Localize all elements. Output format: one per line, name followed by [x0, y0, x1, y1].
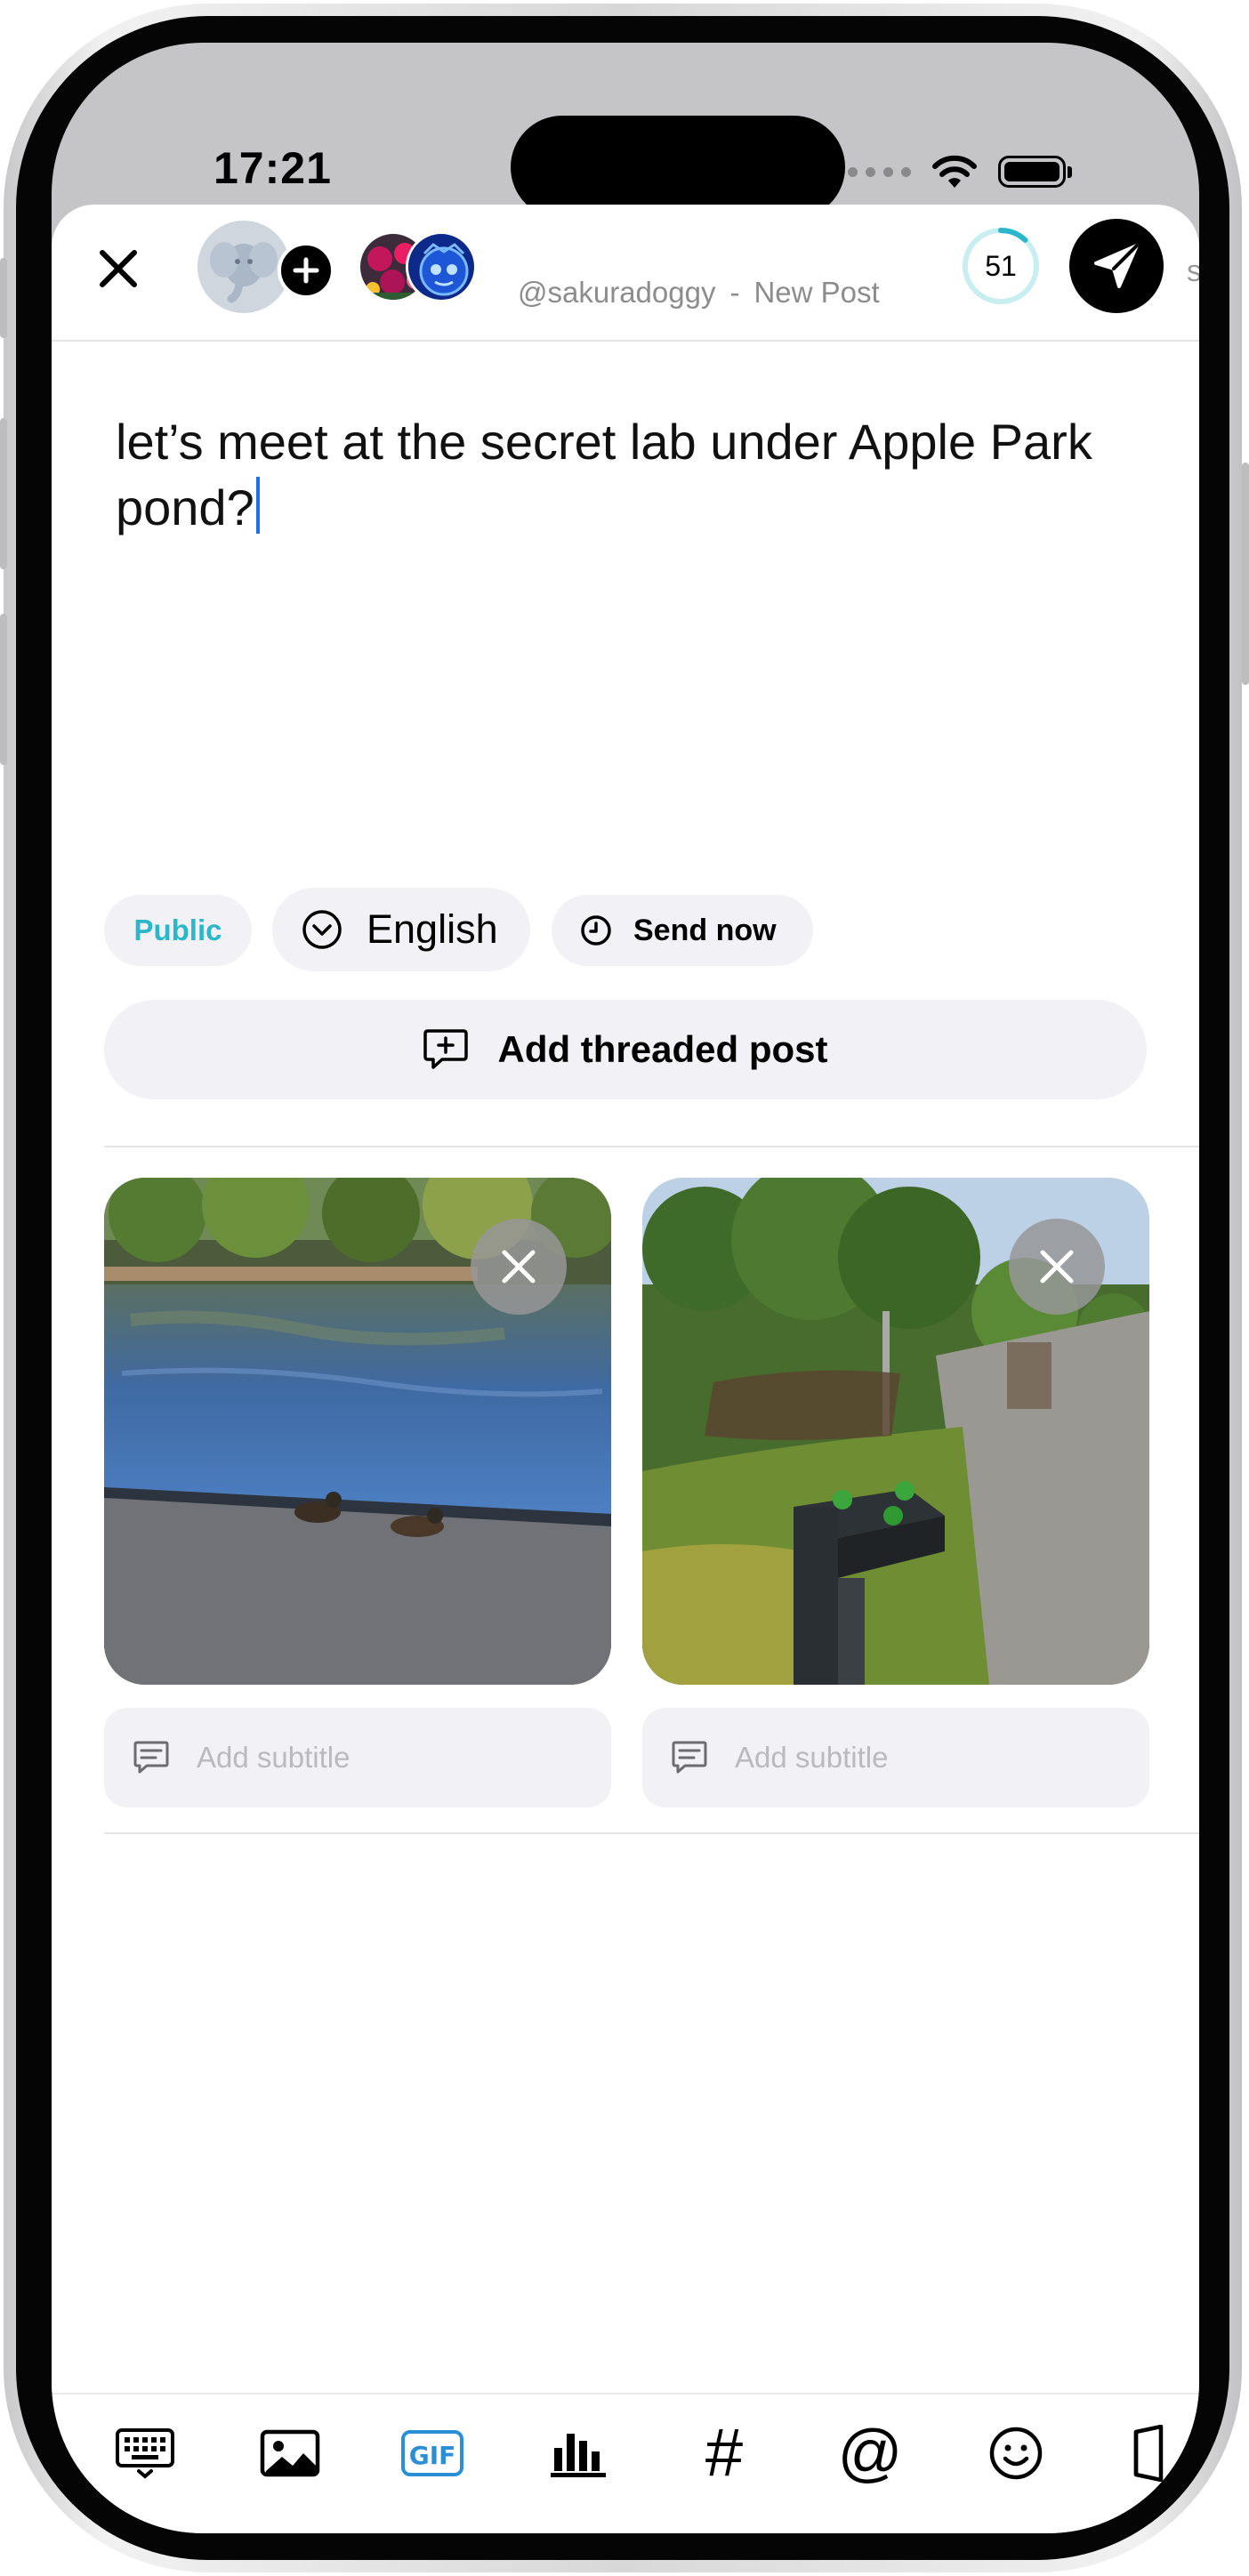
mention-button[interactable]: @ — [833, 2416, 907, 2491]
add-comment-icon — [423, 1029, 469, 1069]
visibility-chip[interactable]: Public — [104, 895, 252, 966]
svg-text:GIF: GIF — [409, 2441, 456, 2470]
add-account-button[interactable] — [278, 242, 334, 299]
wifi-icon — [932, 155, 977, 188]
clipped-text: s — [1187, 254, 1199, 288]
caption-icon — [133, 1741, 169, 1774]
subtitle-placeholder: Add subtitle — [735, 1741, 889, 1774]
chevron-down-circle-icon — [302, 910, 342, 949]
schedule-label: Send now — [633, 913, 777, 947]
close-icon — [1040, 1250, 1074, 1284]
status-icons — [848, 151, 1072, 192]
subtitle-placeholder: Add subtitle — [197, 1741, 351, 1774]
account-handle: @sakuradoggy — [518, 276, 716, 309]
dynamic-island — [511, 116, 845, 219]
clock-icon — [581, 915, 611, 946]
post-text: let’s meet at the secret lab under Apple… — [116, 414, 1092, 535]
keyboard-icon — [116, 2428, 174, 2479]
image-button[interactable] — [253, 2416, 327, 2491]
hashtag-icon: # — [705, 2415, 744, 2491]
subtitle-input[interactable]: Add subtitle — [642, 1708, 1149, 1807]
options-divider — [104, 1146, 1199, 1147]
account-avatar-robot[interactable] — [406, 231, 477, 302]
send-icon — [1094, 244, 1139, 288]
status-time: 17:21 — [214, 143, 332, 193]
compose-sheet: @sakuradoggy - New Post 51 s let’s meet at… — [52, 205, 1199, 2533]
content-warning-icon — [1133, 2425, 1164, 2482]
keyboard-button[interactable] — [108, 2416, 182, 2491]
remove-media-button[interactable] — [471, 1219, 567, 1315]
media-orchard-photo[interactable] — [642, 1178, 1149, 1685]
image-icon — [260, 2429, 320, 2477]
text-caret — [255, 477, 260, 534]
caption-icon — [672, 1741, 707, 1774]
mention-icon: @ — [837, 2418, 903, 2489]
poll-button[interactable] — [541, 2416, 616, 2491]
power-button — [1242, 463, 1249, 685]
close-button[interactable] — [92, 242, 145, 295]
media-pond-photo[interactable] — [104, 1178, 611, 1685]
subtitle-input[interactable]: Add subtitle — [104, 1708, 611, 1807]
close-icon — [100, 250, 137, 287]
content-warning-button[interactable] — [1110, 2416, 1185, 2491]
media-divider — [104, 1832, 1199, 1834]
plus-icon — [293, 257, 319, 284]
schedule-chip[interactable]: Send now — [552, 895, 813, 966]
sheet-title: New Post — [753, 276, 880, 309]
gif-button[interactable]: GIF — [395, 2416, 470, 2491]
signal-icon — [848, 166, 911, 177]
visibility-label: Public — [133, 914, 222, 946]
send-button[interactable] — [1069, 219, 1164, 313]
screen: 17:21 @sakuradoggy - New Post 51 s let’s… — [52, 43, 1199, 2533]
emoji-button[interactable] — [979, 2416, 1053, 2491]
gif-icon: GIF — [401, 2430, 463, 2476]
hashtag-button[interactable]: # — [687, 2416, 761, 2491]
language-label: English — [367, 906, 498, 952]
toolbar-divider — [52, 2393, 1199, 2395]
add-threaded-post-label: Add threaded post — [497, 1028, 828, 1070]
elephant-icon — [210, 242, 278, 303]
header-separator: - — [729, 276, 740, 309]
battery-icon — [998, 156, 1072, 188]
character-counter: 51 — [961, 226, 1041, 306]
remove-media-button[interactable] — [1009, 1219, 1105, 1315]
close-icon — [502, 1250, 536, 1284]
add-threaded-post-button[interactable]: Add threaded post — [104, 1000, 1147, 1099]
header-meta: @sakuradoggy - New Post — [518, 276, 880, 310]
emoji-icon — [989, 2427, 1043, 2480]
account-avatar[interactable] — [197, 221, 290, 313]
poll-icon — [551, 2434, 606, 2477]
language-chip[interactable]: English — [272, 888, 530, 971]
header-divider — [52, 340, 1199, 342]
volume-down-button — [0, 614, 7, 765]
character-count: 51 — [985, 250, 1017, 282]
post-text-input[interactable]: let’s meet at the secret lab under Apple… — [116, 409, 1139, 541]
action-button — [0, 258, 7, 338]
volume-up-button — [0, 418, 7, 569]
